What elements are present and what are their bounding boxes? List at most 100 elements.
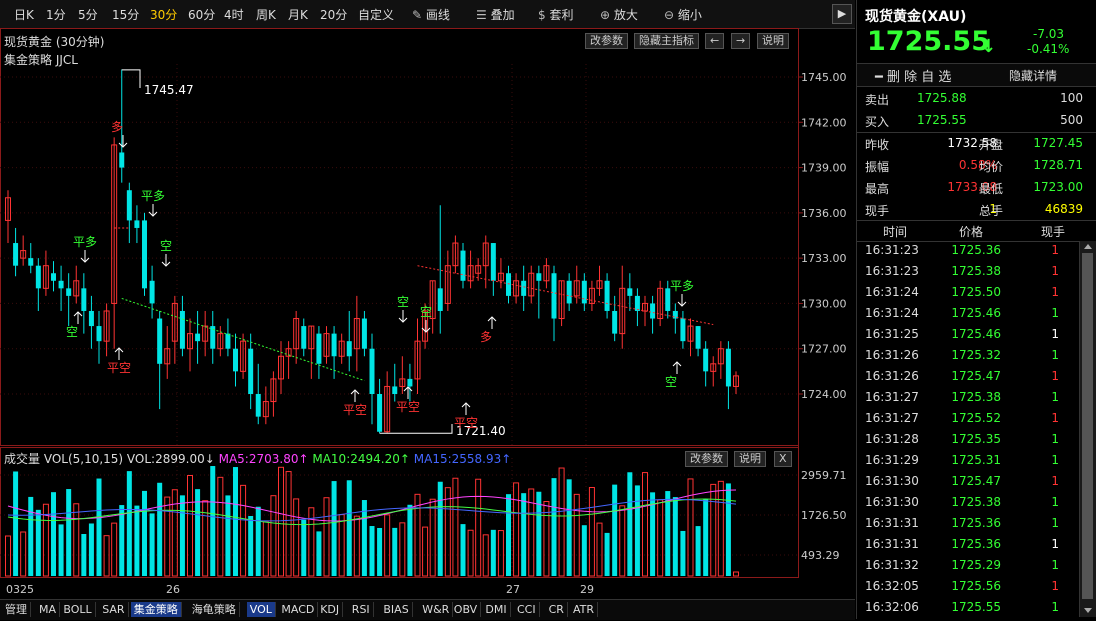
candle (202, 310, 209, 357)
缩小-tool[interactable]: ⊖ 缩小 (664, 6, 702, 23)
arrow-up-icon (672, 361, 682, 374)
scroll-up-icon[interactable] (1084, 244, 1092, 249)
volume-bar (331, 481, 337, 576)
arrow-up-icon (487, 316, 497, 329)
volume-bar (353, 515, 360, 577)
volume-help-button[interactable]: 说明 (734, 451, 766, 467)
indicator-tab-7[interactable]: MACD (278, 602, 319, 617)
indicator-tab-16[interactable]: ATR (570, 602, 599, 617)
tick-volume: 1 (1051, 306, 1059, 320)
indicator-tab-11[interactable]: W&R (419, 602, 454, 617)
period-tab-5[interactable]: 60分 (188, 6, 215, 23)
hide-details-button[interactable]: 隐藏详情 (1009, 67, 1057, 84)
arrow-down-icon (398, 310, 408, 323)
tick-time: 16:31:25 (865, 327, 919, 341)
period-tab-2[interactable]: 5分 (78, 6, 98, 23)
period-tab-7[interactable]: 周K (256, 6, 276, 23)
period-tab-0[interactable]: 日K (14, 6, 34, 23)
hide-main-indicator-button[interactable]: 隐藏主指标 (634, 33, 699, 49)
period-tab-4[interactable]: 30分 (150, 6, 177, 23)
volume-bar (240, 484, 247, 577)
indicator-tab-13[interactable]: DMI (482, 602, 511, 617)
period-tab-8[interactable]: 月K (288, 6, 308, 23)
indicator-tab-0[interactable]: 管理 (2, 602, 31, 617)
candle (490, 243, 496, 296)
indicator-tab-6[interactable]: VOL (246, 602, 276, 617)
candle (558, 280, 565, 327)
indicator-tab-10[interactable]: BIAS (380, 602, 413, 617)
indicator-tab-12[interactable]: OBV (451, 602, 482, 617)
period-tab-9[interactable]: 20分 (320, 6, 347, 23)
candle (717, 341, 724, 379)
sell-label: 卖出 (865, 93, 890, 107)
volume-bar (604, 532, 610, 576)
tick-price: 1725.50 (951, 285, 1001, 299)
candle (353, 295, 360, 372)
help-button[interactable]: 说明 (757, 33, 789, 49)
tick-price: 1725.47 (951, 369, 1001, 383)
volume-bar (126, 471, 132, 576)
套利-tool[interactable]: $ 套利 (538, 6, 573, 23)
indicator-tab-8[interactable]: KDJ (317, 602, 344, 617)
tick-volume: 1 (1051, 495, 1059, 509)
period-tab-10[interactable]: 自定义 (358, 6, 394, 23)
signal-label: 空 (160, 239, 172, 253)
tick-time: 16:31:29 (865, 453, 919, 467)
left-arrow-button[interactable]: ← (705, 33, 725, 49)
volume-bar (278, 466, 284, 577)
collapse-panel-icon[interactable]: ▶ (832, 4, 852, 24)
tick-row: 16:31:26 1725.32 1 (857, 348, 1079, 369)
volume-title: 成交量 VOL(5,10,15) VOL:2899.00↓ (4, 452, 215, 466)
tick-price: 1725.36 (951, 516, 1001, 530)
candle (126, 182, 132, 244)
indicator-tab-5[interactable]: 海龟策略 (189, 602, 240, 617)
叠加-tool[interactable]: ☰ 叠加 (476, 6, 515, 23)
zoom-in-icon: ⊕ (600, 8, 614, 22)
candle (634, 288, 640, 327)
tick-time: 16:31:23 (865, 243, 919, 257)
tick-scrollbar[interactable] (1079, 241, 1096, 617)
tick-volume: 1 (1051, 432, 1059, 446)
indicator-tab-2[interactable]: BOLL (60, 602, 96, 617)
画线-tool[interactable]: ✎ 画线 (412, 6, 450, 23)
candle (225, 318, 231, 357)
period-tab-3[interactable]: 15分 (112, 6, 139, 23)
tick-row: 16:31:23 1725.36 1 (857, 243, 1079, 264)
volume-close-button[interactable]: X (774, 451, 792, 467)
indicator-tab-1[interactable]: MA (36, 602, 61, 617)
scroll-thumb[interactable] (1082, 253, 1093, 599)
candle (521, 265, 527, 311)
indicator-tab-4[interactable]: 集金策略 (130, 602, 182, 617)
candle (710, 356, 717, 387)
scroll-down-icon[interactable] (1084, 608, 1092, 613)
indicator-tab-14[interactable]: CCI (514, 602, 540, 617)
period-tab-6[interactable]: 4时 (224, 6, 244, 23)
tick-row: 16:31:24 1725.50 1 (857, 285, 1079, 306)
tick-volume: 1 (1051, 579, 1059, 593)
candle (51, 261, 56, 292)
放大-tool[interactable]: ⊕ 放大 (600, 6, 638, 23)
candle (627, 273, 633, 311)
volume-modify-button[interactable]: 改参数 (685, 451, 728, 467)
candle (467, 250, 474, 289)
indicator-tab-3[interactable]: SAR (99, 602, 129, 617)
volume-bar (217, 476, 224, 577)
volume-bar (28, 496, 34, 576)
indicator-tab-9[interactable]: RSI (349, 602, 374, 617)
delete-favorite-button[interactable]: ━ 删 除 自 选 (875, 66, 951, 85)
volume-bar (634, 485, 640, 576)
volume-bar (513, 482, 520, 577)
right-arrow-button[interactable]: → (731, 33, 751, 49)
candle (240, 333, 247, 379)
volume-bar (293, 498, 300, 577)
candle (278, 341, 284, 394)
price-change-pct: -0.41% (1027, 42, 1070, 56)
tick-volume: 1 (1051, 369, 1059, 383)
indicator-tab-15[interactable]: CR (546, 602, 568, 617)
kline-chart-area[interactable]: 1745.00 1742.00 1739.00 1736.00 1733.00 1730.… (0, 28, 855, 599)
candle (164, 326, 171, 379)
volume-bar (581, 525, 587, 576)
modify-params-button[interactable]: 改参数 (585, 33, 628, 49)
period-tab-1[interactable]: 1分 (46, 6, 66, 23)
tick-volume: 1 (1051, 474, 1059, 488)
